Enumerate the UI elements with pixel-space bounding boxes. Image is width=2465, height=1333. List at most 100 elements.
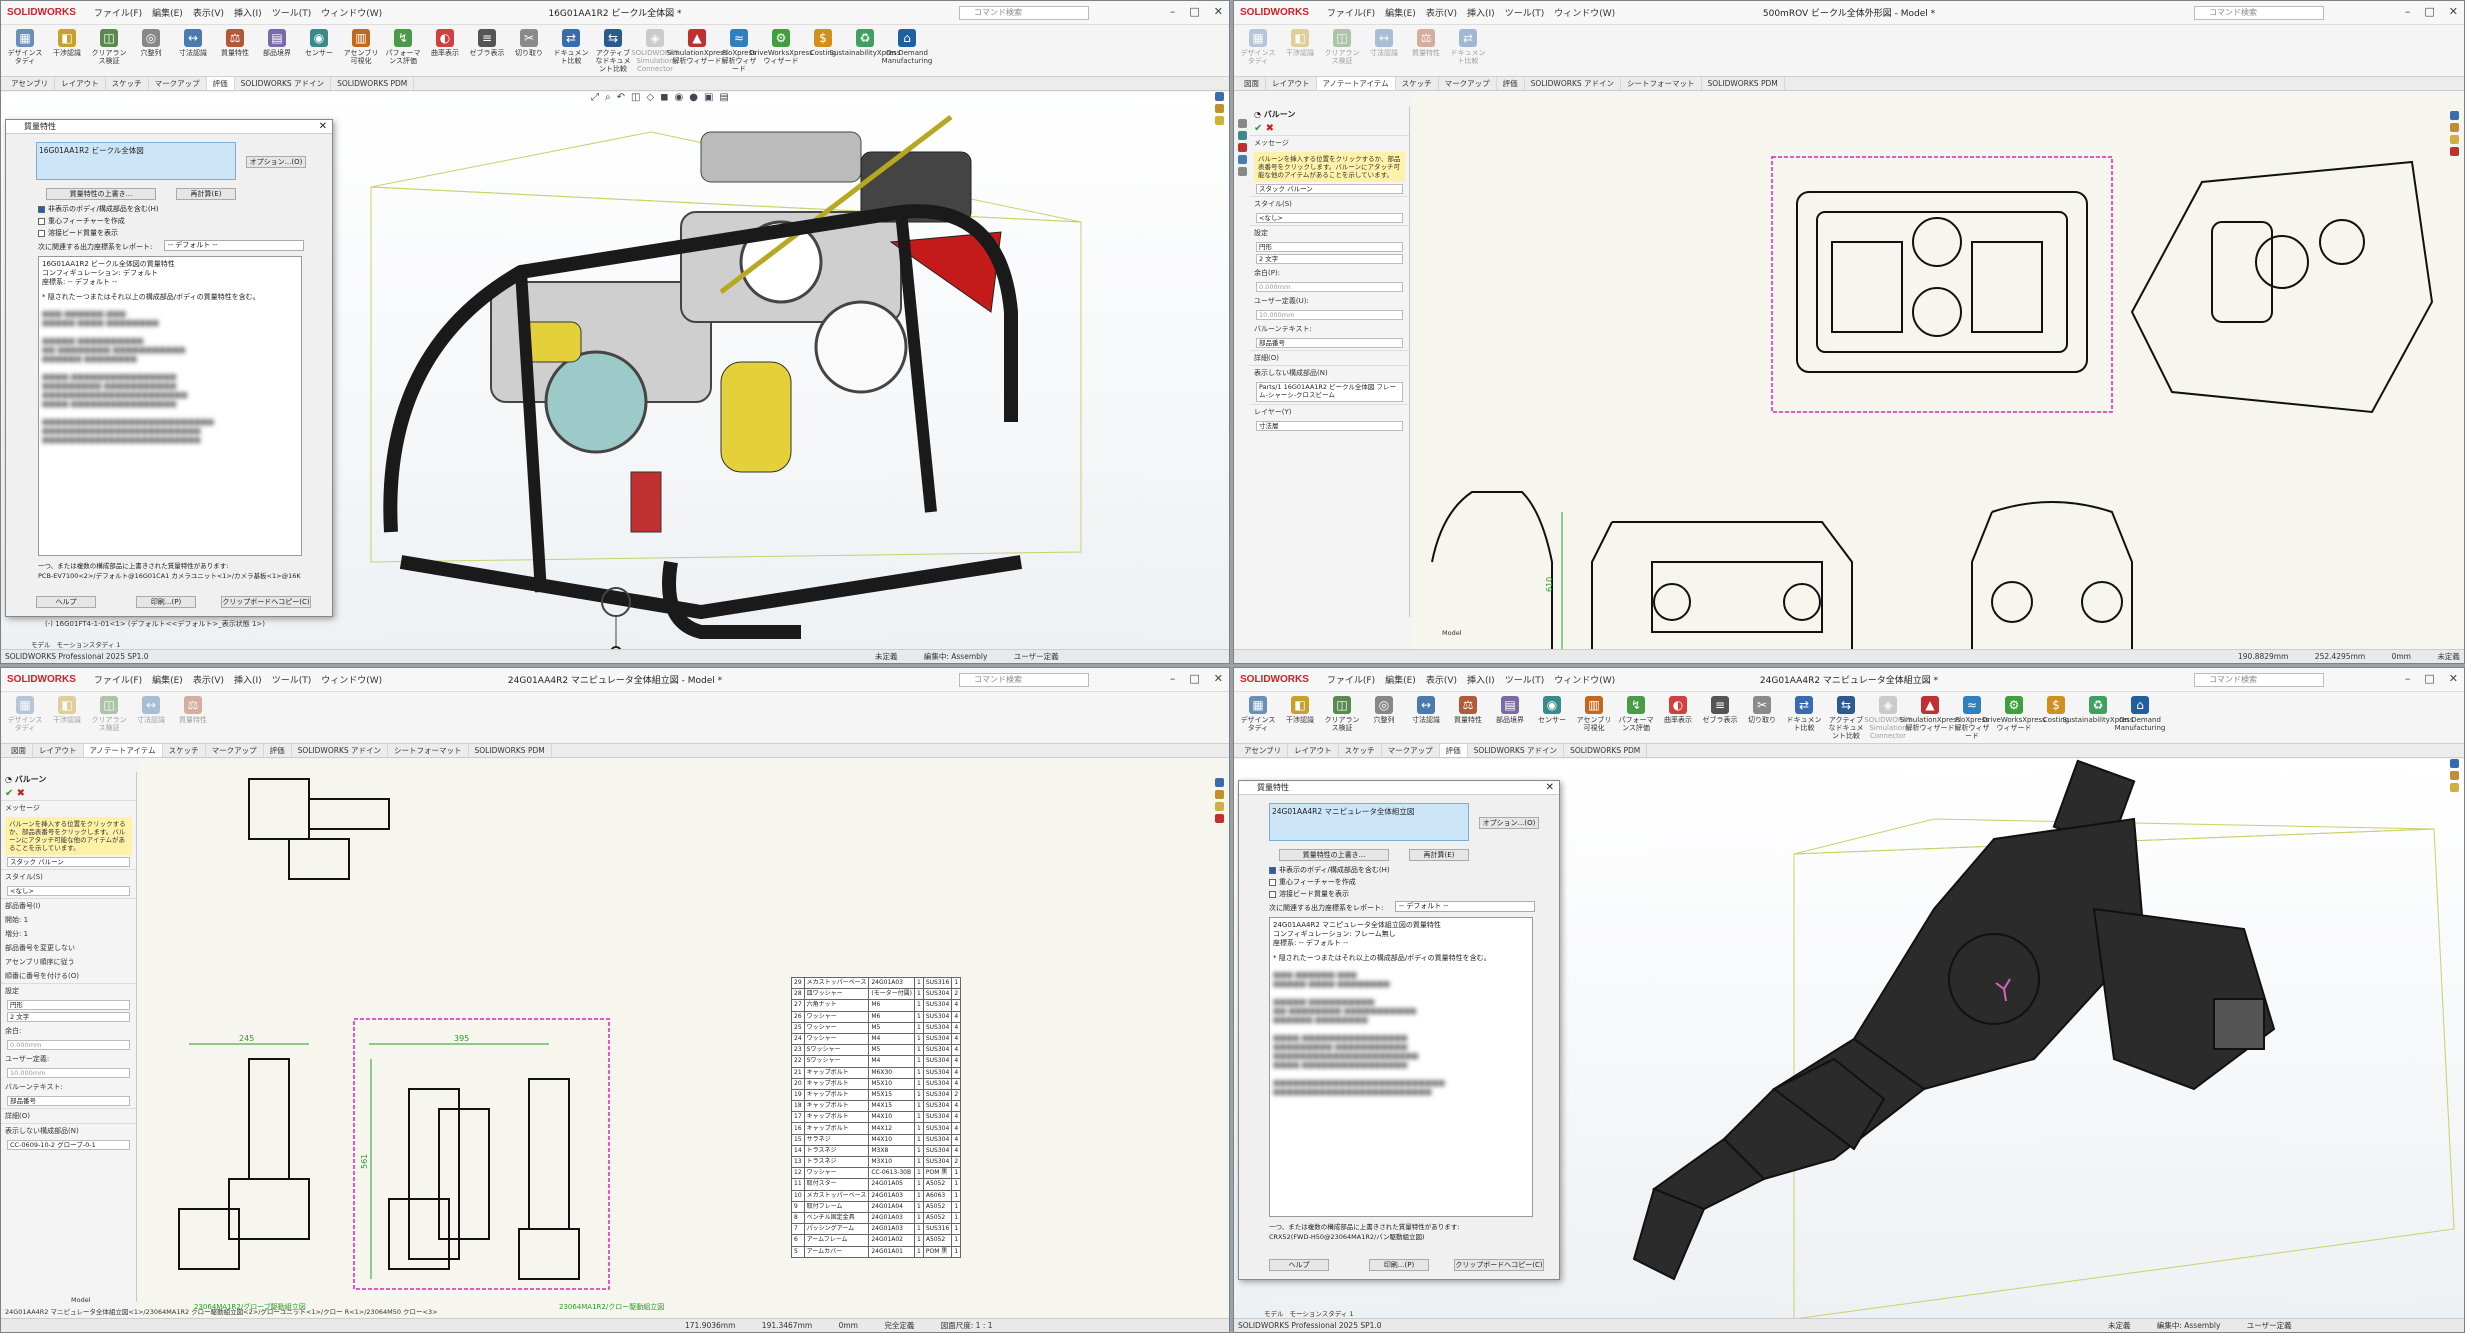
tab-assembly[interactable]: アセンブリ [5, 77, 56, 90]
menu-window[interactable]: ウィンドウ(W) [321, 6, 382, 19]
help-button[interactable]: ヘルプ [36, 596, 96, 608]
ribbon-measure-button[interactable]: ↔ 寸法認識 [131, 696, 171, 743]
app-logo[interactable]: SOLIDWORKS [1240, 7, 1309, 18]
tab-markup[interactable]: マークアップ [206, 744, 264, 757]
command-search-input[interactable]: コマンド検索 [959, 6, 1089, 20]
ribbon-clearance-button[interactable]: ◫ クリアランス検証 [1322, 29, 1362, 76]
close-icon[interactable]: ✕ [319, 120, 327, 134]
ribbon-interference-button[interactable]: ◧ 干渉認識 [47, 29, 87, 76]
bom-row[interactable]: 20 キャップボルト M5X10 1 SUS304 4 [791, 1077, 962, 1090]
bom-row[interactable]: 11 取付スター 24G01A05 1 A5052 1 [791, 1178, 962, 1191]
hidden-components-list[interactable]: CC-0609-10-2 グローブ-0-1 [7, 1140, 130, 1150]
balloon-text-dropdown[interactable]: 部品番号 [1256, 338, 1403, 348]
menu-tools[interactable]: ツール(T) [272, 673, 312, 686]
minimize-icon[interactable]: – [1170, 672, 1176, 685]
tab-layout[interactable]: レイアウト [1288, 744, 1339, 757]
ribbon-compare-button[interactable]: ⇄ ドキュメント比較 [1448, 29, 1488, 76]
pm-style-section[interactable]: スタイル(S) [1, 869, 136, 884]
tab-drawing[interactable]: 図面 [5, 744, 33, 757]
bom-row[interactable]: 6 アームフレーム 24G01A02 1 A5052 1 [791, 1234, 962, 1247]
user-size-input[interactable]: 10.000mm [1256, 310, 1403, 320]
ribbon-sustainability-button[interactable]: ♻ SustainabilityXpress [2063, 696, 2133, 743]
hidden-components-list[interactable]: Parts/1 16G01AA1R2 ビークル全体図 フレーム-シャーシ-クロス… [1256, 382, 1403, 402]
bom-row[interactable]: 23 Sワッシャー M5 1 SUS304 4 [791, 1044, 962, 1057]
sheet-tab-model[interactable]: Model [1442, 629, 1462, 639]
dim-245[interactable]: 245 [239, 1034, 254, 1043]
pm-settings-section[interactable]: 設定 [1250, 225, 1409, 240]
file-explorer-icon[interactable] [1214, 116, 1224, 125]
pm-more-section[interactable]: 詳細(O) [1, 1108, 136, 1123]
ribbon-section-button[interactable]: ▤ 部品境界 [1490, 696, 1530, 743]
ribbon-cut-button[interactable]: ✂ 切り取り [1742, 696, 1782, 743]
tool-icon[interactable] [1237, 131, 1247, 140]
tab-layout[interactable]: レイアウト [33, 744, 84, 757]
pm-layer-section[interactable]: レイヤー(Y) [1250, 404, 1409, 419]
ribbon-mass-properties-button[interactable]: ⚖ 質量特性 [173, 696, 213, 743]
drawing-sheet-area[interactable]: 245 395 561 23064MA1R2/グローブ駆動組立図 23064MA… [139, 759, 1229, 1319]
pm-hidden-section[interactable]: 表示しない構成部品(N) [1250, 365, 1409, 380]
option-no-change[interactable]: 部品番号を変更しない [1, 941, 136, 955]
copy-clipboard-button[interactable]: クリップボードへコピー(C) [1454, 1259, 1544, 1271]
tab-sketch[interactable]: スケッチ [1396, 77, 1439, 90]
menu-file[interactable]: ファイル(F) [94, 673, 142, 686]
tab-layout[interactable]: レイアウト [1266, 77, 1317, 90]
bom-row[interactable]: 18 キャップボルト M4X15 1 SUS304 4 [791, 1100, 962, 1113]
ribbon-performance-button[interactable]: ↯ パフォーマンス評価 [1616, 696, 1656, 743]
design-library-icon[interactable] [2449, 771, 2459, 780]
bom-row[interactable]: 27 六角ナット M6 1 SUS304 4 [791, 999, 962, 1012]
tab-addins[interactable]: SOLIDWORKS アドイン [1525, 77, 1622, 90]
ok-check-icon[interactable]: ✔ [1254, 123, 1262, 134]
ribbon-driveworks-button[interactable]: ⚙ DriveWorksXpress ウィザード [749, 29, 813, 76]
padding-input[interactable]: 0.000mm [1256, 282, 1403, 292]
ribbon-interference-button[interactable]: ◧ 干渉認識 [1280, 696, 1320, 743]
tab-layout[interactable]: レイアウト [55, 77, 106, 90]
tab-sheet-format[interactable]: シートフォーマット [1621, 77, 1702, 90]
menu-edit[interactable]: 編集(E) [1385, 673, 1416, 686]
menu-insert[interactable]: 挿入(I) [1467, 673, 1495, 686]
manipulator-drawing-views[interactable]: 245 395 561 23064MA1R2/グローブ駆動組立図 23064MA… [139, 759, 789, 1319]
ribbon-measure-button[interactable]: ↔ 寸法認識 [1364, 29, 1404, 76]
tab-addins[interactable]: SOLIDWORKS アドイン [1468, 744, 1565, 757]
tab-motion-study[interactable]: モーションスタディ 1 [57, 639, 121, 649]
bom-row[interactable]: 22 Sワッシャー M4 1 SUS304 4 [791, 1055, 962, 1068]
ribbon-cut-button[interactable]: ✂ 切り取り [509, 29, 549, 76]
command-search-input[interactable]: コマンド検索 [2194, 6, 2324, 20]
bom-row[interactable]: 15 サラネジ M4X10 1 SUS304 4 [791, 1133, 962, 1146]
ribbon-mass-properties-button[interactable]: ⚖ 質量特性 [215, 29, 255, 76]
bom-row[interactable]: 29 メカストッパーベース 24G01A03 1 SUS316 1 [791, 976, 962, 990]
minimize-icon[interactable]: – [1170, 5, 1176, 18]
tab-evaluate[interactable]: 評価 [1439, 744, 1468, 757]
ribbon-visualization-button[interactable]: ▥ アセンブリ可視化 [341, 29, 381, 76]
selected-items-box[interactable]: 24G01AA4R2 マニピュレータ全体組立図 [1269, 803, 1469, 841]
shape-dropdown[interactable]: 円形 [7, 1000, 130, 1010]
rov-drawing-views[interactable]: 610 [1412, 92, 2465, 652]
tab-addins[interactable]: SOLIDWORKS アドイン [292, 744, 389, 757]
tab-markup[interactable]: マークアップ [1382, 744, 1440, 757]
ribbon-performance-button[interactable]: ↯ パフォーマンス評価 [383, 29, 423, 76]
menu-window[interactable]: ウィンドウ(W) [321, 673, 382, 686]
bom-row[interactable]: 10 メカストッパーベース 24G01A03 1 A6063 1 [791, 1189, 962, 1202]
ribbon-zebra-button[interactable]: ≡ ゼブラ表示 [467, 29, 507, 76]
maximize-icon[interactable]: □ [2424, 5, 2434, 18]
weld-bead-checkbox[interactable]: 溶接ビード質量を表示 [1269, 889, 1349, 899]
bom-row[interactable]: 19 キャップボルト M5X15 1 SUS304 2 [791, 1088, 962, 1102]
ribbon-sensor-button[interactable]: ◉ センサー [1532, 696, 1572, 743]
menu-insert[interactable]: 挿入(I) [234, 6, 262, 19]
ribbon-measure-button[interactable]: ↔ 寸法認識 [1406, 696, 1446, 743]
recalculate-button[interactable]: 再計算(E) [176, 188, 236, 200]
ribbon-hole-align-button[interactable]: ◎ 穴整列 [131, 29, 171, 76]
center-of-mass-checkbox[interactable]: 重心フィーチャーを作成 [38, 216, 125, 226]
style-dropdown[interactable]: <なし> [7, 886, 130, 896]
tab-evaluate[interactable]: 評価 [264, 744, 292, 757]
file-explorer-icon[interactable] [2449, 135, 2459, 144]
close-icon[interactable]: ✕ [2449, 672, 2458, 685]
view-palette-icon[interactable] [2449, 147, 2459, 156]
minimize-icon[interactable]: – [2405, 5, 2411, 18]
tab-pdm[interactable]: SOLIDWORKS PDM [469, 744, 552, 757]
menu-view[interactable]: 表示(V) [1426, 673, 1457, 686]
ribbon-curvature-button[interactable]: ◐ 曲率表示 [425, 29, 465, 76]
user-size-input[interactable]: 10.000mm [7, 1068, 130, 1078]
pm-numbering-section[interactable]: 部品番号(I) [1, 898, 136, 913]
pm-message-section[interactable]: メッセージ [1, 800, 136, 815]
menu-insert[interactable]: 挿入(I) [234, 673, 262, 686]
